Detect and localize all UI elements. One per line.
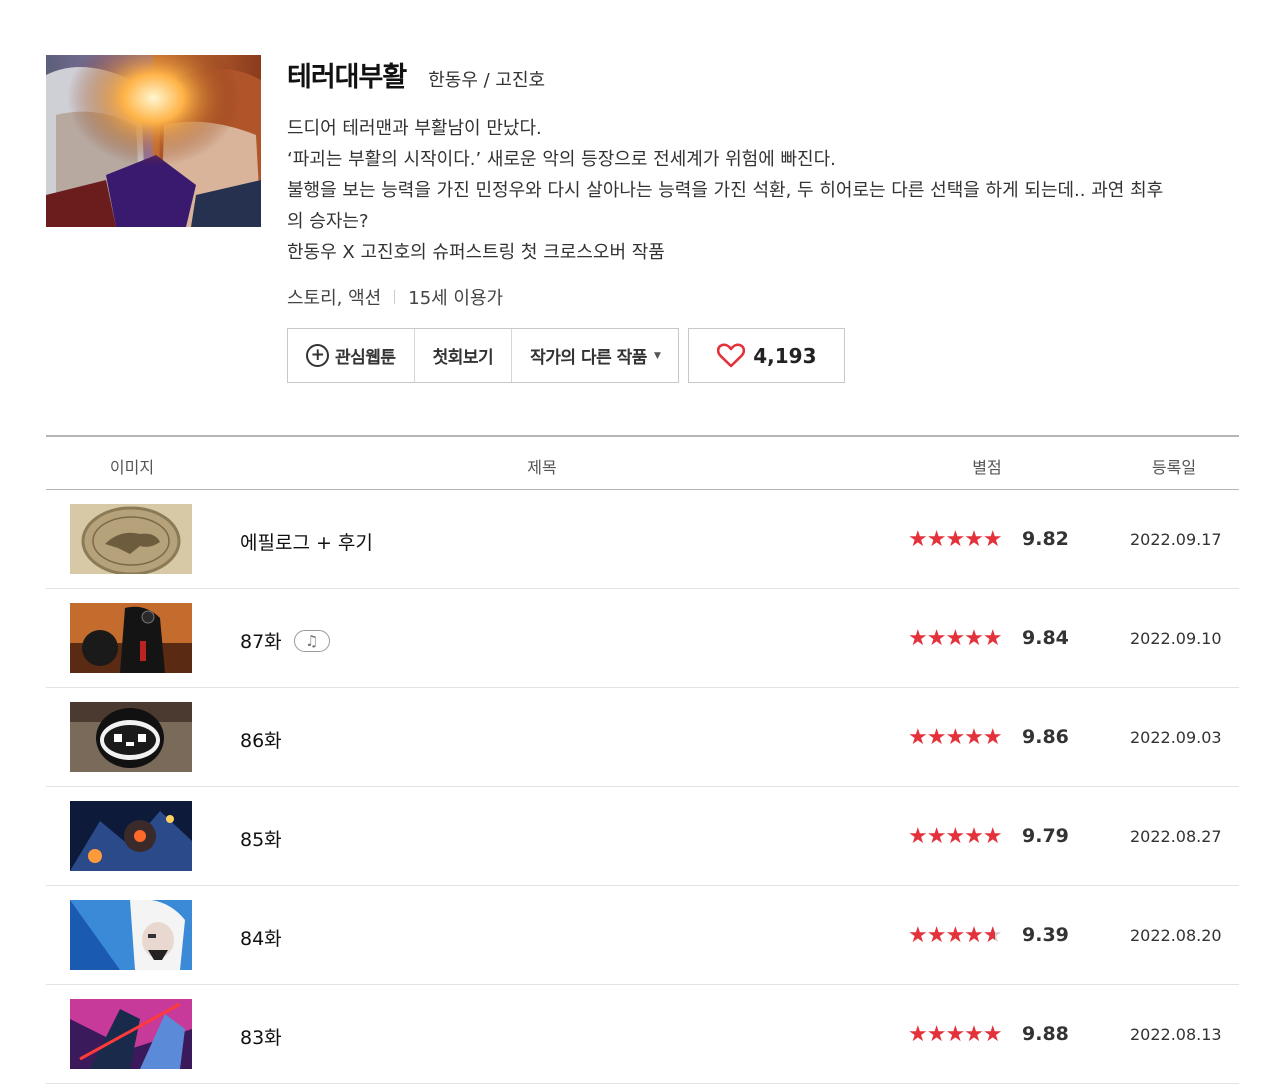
episode-title[interactable]: 83화 bbox=[240, 1023, 282, 1050]
rating-score: 9.82 bbox=[1022, 528, 1069, 550]
episode-table: 이미지 제목 별점 등록일 에필로그 + 후기 ★★★★★ 9.82 2022.… bbox=[46, 435, 1239, 1084]
star-rating: ★★★★★ bbox=[908, 725, 1003, 750]
rating-score: 9.84 bbox=[1022, 627, 1069, 649]
episode-title-text: 에필로그 + 후기 bbox=[240, 532, 373, 554]
episode-title-text: 85화 bbox=[240, 829, 282, 851]
author-names[interactable]: 한동우 / 고진호 bbox=[428, 66, 545, 92]
episode-title[interactable]: 87화 ♫ bbox=[240, 627, 330, 654]
synopsis-line: ‘파괴는 부활의 시작이다.’ 새로운 악의 등장으로 전세계가 위험에 빠진다… bbox=[287, 149, 836, 170]
header-title: 제목 bbox=[527, 458, 557, 477]
header-date: 등록일 bbox=[1151, 458, 1197, 477]
action-button-group: + 관심웹툰 첫회보기 작가의 다른 작품 ▼ bbox=[287, 328, 680, 383]
age-rating: 15세 이용가 bbox=[408, 288, 504, 309]
header-image: 이미지 bbox=[109, 458, 155, 477]
episode-row[interactable]: 85화 ★★★★★ 9.79 2022.08.27 bbox=[46, 787, 1239, 886]
webtoon-title: 테러대부활 bbox=[287, 62, 407, 93]
synopsis-line: 드디어 테러맨과 부활남이 만났다. bbox=[287, 118, 542, 139]
episode-thumbnail[interactable] bbox=[70, 603, 192, 673]
header-rating: 별점 bbox=[972, 458, 1002, 477]
first-episode-label: 첫회보기 bbox=[432, 348, 494, 368]
episode-thumbnail[interactable] bbox=[70, 702, 192, 772]
star-icon: ★★★★★ bbox=[908, 626, 1003, 651]
star-rating: ★★★★★ bbox=[908, 626, 1003, 651]
episode-title[interactable]: 85화 bbox=[240, 825, 282, 852]
meta-divider bbox=[394, 290, 396, 304]
favorite-label: 관심웹툰 bbox=[335, 348, 396, 368]
synopsis: 드디어 테러맨과 부활남이 만났다. ‘파괴는 부활의 시작이다.’ 새로운 악… bbox=[287, 113, 1237, 268]
synopsis-line: 의 승자는? bbox=[287, 211, 369, 232]
star-rating: ★★★★★ bbox=[908, 527, 1003, 552]
star-icon: ★★★★★ ★ bbox=[908, 923, 1003, 948]
episode-date: 2022.08.13 bbox=[1130, 1025, 1222, 1044]
episode-date: 2022.09.03 bbox=[1130, 728, 1222, 747]
like-count: 4,193 bbox=[753, 343, 817, 368]
like-button[interactable]: 4,193 bbox=[688, 328, 846, 383]
synopsis-line: 불행을 보는 능력을 가진 민정우와 다시 살아나는 능력을 가진 석환, 두 … bbox=[287, 180, 1164, 201]
webtoon-meta: 스토리, 액션 15세 이용가 bbox=[287, 284, 1237, 310]
episode-date: 2022.09.17 bbox=[1130, 530, 1222, 549]
episode-title-text: 87화 bbox=[240, 631, 282, 653]
episode-title-text: 83화 bbox=[240, 1027, 282, 1049]
episode-title[interactable]: 84화 bbox=[240, 924, 282, 951]
episode-row[interactable]: 83화 ★★★★★ 9.88 2022.08.13 bbox=[46, 985, 1239, 1084]
first-episode-button[interactable]: 첫회보기 bbox=[415, 329, 513, 382]
rating-score: 9.39 bbox=[1022, 924, 1069, 946]
star-rating: ★★★★★ bbox=[908, 1022, 1003, 1047]
star-icon: ★★★★★ bbox=[908, 527, 1003, 552]
other-works-label: 작가의 다른 작품 bbox=[530, 348, 647, 368]
star-rating: ★★★★★ ★ bbox=[908, 923, 1003, 948]
episode-row[interactable]: 87화 ♫ ★★★★★ 9.84 2022.09.10 bbox=[46, 589, 1239, 688]
episode-thumbnail[interactable] bbox=[70, 801, 192, 871]
episode-row[interactable]: 86화 ★★★★★ 9.86 2022.09.03 bbox=[46, 688, 1239, 787]
genre-label: 스토리, 액션 bbox=[287, 288, 382, 309]
episode-title[interactable]: 86화 bbox=[240, 726, 282, 753]
favorite-button[interactable]: + 관심웹툰 bbox=[288, 329, 415, 382]
star-icon: ★★★★★ bbox=[908, 725, 1003, 750]
rating-score: 9.88 bbox=[1022, 1023, 1069, 1045]
caret-down-icon: ▼ bbox=[653, 350, 661, 361]
episode-row[interactable]: 에필로그 + 후기 ★★★★★ 9.82 2022.09.17 bbox=[46, 490, 1239, 589]
episode-thumbnail[interactable] bbox=[70, 999, 192, 1069]
episode-thumbnail[interactable] bbox=[70, 504, 192, 574]
episode-date: 2022.09.10 bbox=[1130, 629, 1222, 648]
episode-date: 2022.08.20 bbox=[1130, 926, 1222, 945]
star-icon: ★★★★★ bbox=[908, 824, 1003, 849]
table-header: 이미지 제목 별점 등록일 bbox=[46, 435, 1239, 490]
episode-row[interactable]: 84화 ★★★★★ ★ 9.39 2022.08.20 bbox=[46, 886, 1239, 985]
episode-thumbnail[interactable] bbox=[70, 900, 192, 970]
episode-title-text: 84화 bbox=[240, 928, 282, 950]
half-star-icon: ★ ★ bbox=[982, 923, 1003, 948]
star-icon: ★★★★★ bbox=[908, 1022, 1003, 1047]
music-note-icon: ♫ bbox=[293, 629, 330, 652]
rating-score: 9.79 bbox=[1022, 825, 1069, 847]
episode-title[interactable]: 에필로그 + 후기 bbox=[240, 528, 373, 555]
cover-image bbox=[46, 55, 261, 227]
episode-date: 2022.08.27 bbox=[1130, 827, 1222, 846]
star-rating: ★★★★★ bbox=[908, 824, 1003, 849]
webtoon-info: 테러대부활 한동우 / 고진호 드디어 테러맨과 부활남이 만났다. ‘파괴는 … bbox=[287, 55, 1237, 383]
synopsis-line: 한동우 X 고진호의 슈퍼스트링 첫 크로스오버 작품 bbox=[287, 242, 665, 263]
plus-circle-icon: + bbox=[306, 344, 329, 367]
episode-title-text: 86화 bbox=[240, 730, 282, 752]
rating-score: 9.86 bbox=[1022, 726, 1069, 748]
other-works-button[interactable]: 작가의 다른 작품 ▼ bbox=[512, 329, 678, 382]
action-buttons: + 관심웹툰 첫회보기 작가의 다른 작품 ▼ 4,193 bbox=[287, 328, 846, 383]
heart-icon bbox=[717, 343, 746, 368]
